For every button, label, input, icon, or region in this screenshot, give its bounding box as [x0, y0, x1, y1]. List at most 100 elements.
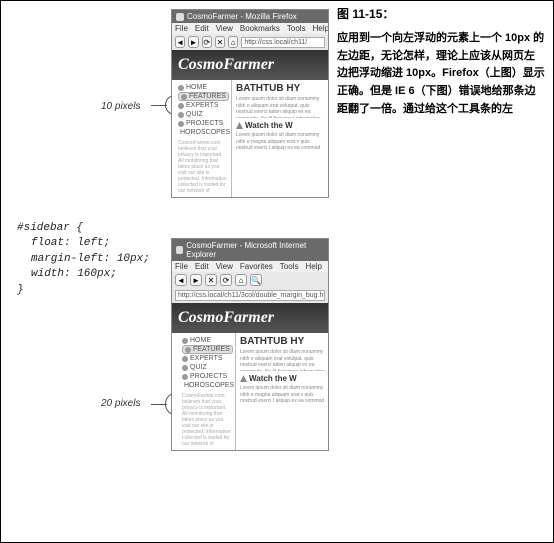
article-subheading: Watch the W: [236, 121, 326, 130]
back-icon[interactable]: ◄: [175, 36, 185, 48]
sidebar-subtext: CosmoFarmer.com believes that your priva…: [182, 393, 233, 447]
firefox-content: HOME FEATURES EXPERTS QUIZ PROJECTS HORO…: [172, 80, 328, 197]
ie-address[interactable]: http://css.local/ch11/3col/double_margin…: [175, 290, 325, 301]
bullet-icon: [178, 85, 184, 91]
home-icon[interactable]: ⌂: [228, 36, 238, 48]
sidebar-item-projects[interactable]: PROJECTS: [178, 119, 229, 128]
ie-title-text: CosmoFarmer - Microsoft Internet Explore…: [186, 241, 324, 259]
article-subheading: Watch the W: [240, 374, 326, 383]
ie-window: CosmoFarmer - Microsoft Internet Explore…: [171, 238, 329, 451]
css-code-block: #sidebar { float: left; margin-left: 10p…: [17, 221, 150, 298]
sidebar-label: PROJECTS: [190, 373, 227, 380]
sidebar-item-features[interactable]: FEATURES: [182, 345, 233, 354]
code-line2: margin-left: 10px;: [17, 252, 150, 267]
bullet-icon: [182, 338, 188, 344]
sidebar-item-projects[interactable]: PROJECTS: [182, 372, 233, 381]
menu-view[interactable]: View: [216, 262, 233, 271]
article-lorem-1: Lorem ipsum dolor sit diam nonummy nibh …: [240, 349, 326, 371]
ie-toolbar: ◄ ► ✕ ⟳ ⌂ 🔍: [172, 272, 328, 288]
caption-column: 图 11-15： 应用到一个向左浮动的元素上一个 10px 的左边距，无论怎样，…: [331, 1, 551, 122]
ie-content: HOME FEATURES EXPERTS QUIZ PROJECTS HORO…: [172, 333, 328, 450]
forward-icon[interactable]: ►: [188, 36, 198, 48]
ie-menubar: File Edit View Favorites Tools Help: [172, 261, 328, 272]
ie-address-bar: http://css.local/ch11/3col/double_margin…: [172, 288, 328, 303]
firefox-address[interactable]: http://css.local/ch11/: [241, 37, 325, 48]
home-icon[interactable]: ⌂: [235, 274, 247, 286]
sidebar-label: EXPERTS: [190, 355, 223, 362]
menu-edit[interactable]: Edit: [195, 24, 209, 33]
menu-tools[interactable]: Tools: [280, 262, 299, 271]
sidebar-label: HOROSCOPES: [180, 129, 230, 136]
sidebar-item-horoscopes[interactable]: HOROSCOPES: [182, 381, 233, 390]
left-annotation-column: 10 pixels #sidebar { float: left; margin…: [1, 1, 171, 542]
menu-help[interactable]: Help: [313, 24, 329, 33]
bullet-icon: [182, 374, 188, 380]
sidebar-label: HOME: [186, 84, 207, 91]
menu-file[interactable]: File: [175, 262, 188, 271]
warning-icon: [240, 375, 247, 382]
menu-favorites[interactable]: Favorites: [240, 262, 273, 271]
search-icon[interactable]: 🔍: [250, 274, 262, 286]
ie-app-icon: [176, 246, 183, 254]
figure-title: 图 11-15：: [337, 5, 545, 24]
site-banner-firefox: CosmoFarmer: [172, 50, 328, 80]
callout-ie-gap: 20 pixels: [101, 398, 140, 409]
reload-icon[interactable]: ⟳: [220, 274, 232, 286]
screenshot-column: CosmoFarmer - Mozilla Firefox File Edit …: [171, 1, 331, 542]
bullet-icon: [182, 365, 188, 371]
site-banner-ie: CosmoFarmer: [172, 303, 328, 333]
menu-file[interactable]: File: [175, 24, 188, 33]
sidebar-label: PROJECTS: [186, 120, 223, 127]
firefox-titlebar: CosmoFarmer - Mozilla Firefox: [172, 10, 328, 23]
ie-sidebar: HOME FEATURES EXPERTS QUIZ PROJECTS HORO…: [180, 333, 235, 450]
sidebar-label: HOROSCOPES: [184, 382, 234, 389]
subheading-text: Watch the W: [245, 121, 293, 130]
firefox-app-icon: [176, 13, 184, 21]
menu-help[interactable]: Help: [305, 262, 321, 271]
forward-icon[interactable]: ►: [190, 274, 202, 286]
reload-icon[interactable]: ⟳: [202, 36, 212, 48]
firefox-menubar: File Edit View Bookmarks Tools Help: [172, 23, 328, 34]
firefox-toolbar: ◄ ► ⟳ ✕ ⌂ http://css.local/ch11/: [172, 34, 328, 50]
article-lorem-1: Lorem ipsum dolor sit diam nonummy nibh …: [236, 96, 326, 118]
warning-icon: [236, 122, 243, 129]
code-line3: width: 160px;: [17, 267, 150, 282]
sidebar-item-experts[interactable]: EXPERTS: [178, 101, 229, 110]
menu-bookmarks[interactable]: Bookmarks: [240, 24, 280, 33]
bullet-icon: [178, 121, 184, 127]
firefox-window: CosmoFarmer - Mozilla Firefox File Edit …: [171, 9, 329, 198]
sidebar-label: HOME: [190, 337, 211, 344]
article-heading: BATHTUB HY: [240, 336, 326, 347]
sidebar-label: QUIZ: [190, 364, 207, 371]
code-close: }: [17, 283, 150, 298]
sidebar-item-experts[interactable]: EXPERTS: [182, 354, 233, 363]
article-heading: BATHTUB HY: [236, 83, 326, 94]
sidebar-item-quiz[interactable]: QUIZ: [178, 110, 229, 119]
menu-tools[interactable]: Tools: [287, 24, 306, 33]
menu-view[interactable]: View: [216, 24, 233, 33]
sidebar-item-home[interactable]: HOME: [182, 336, 233, 345]
sidebar-label: QUIZ: [186, 111, 203, 118]
sidebar-item-horoscopes[interactable]: HOROSCOPES: [178, 128, 229, 137]
sidebar-subtext: CosmoFarmer.com believes that your priva…: [178, 140, 229, 194]
subheading-text: Watch the W: [249, 374, 297, 383]
stop-icon[interactable]: ✕: [215, 36, 225, 48]
sidebar-label: FEATURES: [189, 93, 226, 100]
sidebar-item-home[interactable]: HOME: [178, 83, 229, 92]
sidebar-label: EXPERTS: [186, 102, 219, 109]
figure-caption: 应用到一个向左浮动的元素上一个 10px 的左边距，无论怎样，理论上应该从网页左…: [337, 30, 545, 118]
firefox-title-text: CosmoFarmer - Mozilla Firefox: [187, 12, 297, 21]
stop-icon[interactable]: ✕: [205, 274, 217, 286]
ie-main-content: BATHTUB HY Lorem ipsum dolor sit diam no…: [236, 333, 328, 450]
article-lorem-2: Lorem ipsum dolor sit diam nonummy nibh …: [240, 385, 326, 407]
menu-edit[interactable]: Edit: [195, 262, 209, 271]
bullet-icon: [181, 94, 187, 100]
sidebar-item-features[interactable]: FEATURES: [178, 92, 229, 101]
code-selector: #sidebar {: [17, 221, 150, 236]
back-icon[interactable]: ◄: [175, 274, 187, 286]
code-line1: float: left;: [17, 236, 150, 251]
sidebar-item-quiz[interactable]: QUIZ: [182, 363, 233, 372]
bullet-icon: [182, 356, 188, 362]
ie-titlebar: CosmoFarmer - Microsoft Internet Explore…: [172, 239, 328, 261]
article-lorem-2: Lorem ipsum dolor sit diam nonummy nibh …: [236, 132, 326, 154]
